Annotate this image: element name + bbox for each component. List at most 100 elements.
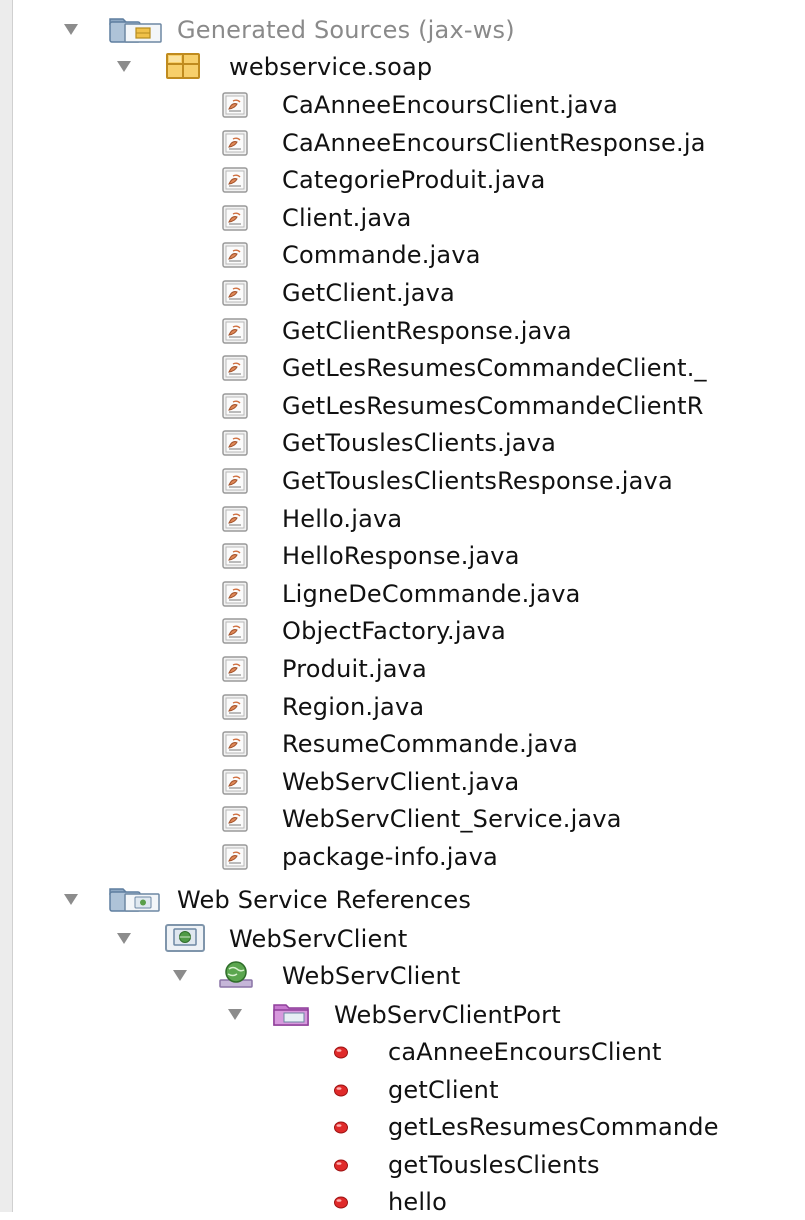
tree-node-label: Web Service References bbox=[177, 886, 472, 914]
tree-node-java-file[interactable]: Hello.java bbox=[0, 501, 805, 537]
tree-node-label: webservice.soap bbox=[229, 53, 433, 81]
tree-node-java-file[interactable]: GetTouslesClients.java bbox=[0, 425, 805, 461]
web-service-icon bbox=[165, 924, 205, 952]
tree-node-label: WebServClient bbox=[282, 962, 461, 990]
tree-node-operation[interactable]: getTouslesClients bbox=[0, 1147, 805, 1183]
operation-dot-icon bbox=[334, 1121, 348, 1134]
tree-node-label: WebServClient_Service.java bbox=[282, 805, 622, 833]
tree-node-label: Produit.java bbox=[282, 655, 427, 683]
tree-node-label: GetClientResponse.java bbox=[282, 317, 572, 345]
tree-node-java-file[interactable]: WebServClient.java bbox=[0, 764, 805, 800]
tree-node-java-file[interactable]: Client.java bbox=[0, 200, 805, 236]
tree-node-java-file[interactable]: GetClient.java bbox=[0, 275, 805, 311]
expand-arrow-icon[interactable] bbox=[64, 894, 78, 905]
tree-node-java-file[interactable]: ResumeCommande.java bbox=[0, 726, 805, 762]
java-file-icon bbox=[222, 581, 248, 607]
operation-dot-icon bbox=[334, 1159, 348, 1172]
tree-node-operation[interactable]: hello bbox=[0, 1184, 805, 1220]
tree-node-label: GetTouslesClientsResponse.java bbox=[282, 467, 673, 495]
tree-node-java-file[interactable]: GetTouslesClientsResponse.java bbox=[0, 463, 805, 499]
tree-node-label: Commande.java bbox=[282, 241, 481, 269]
tree-node-generated-sources[interactable]: Generated Sources (jax-ws) bbox=[0, 12, 805, 48]
expand-arrow-icon[interactable] bbox=[117, 61, 131, 72]
tree-node-label: Hello.java bbox=[282, 505, 403, 533]
tree-node-label: CaAnneeEncoursClientResponse.ja bbox=[282, 129, 706, 157]
tree-node-java-file[interactable]: GetLesResumesCommandeClientR bbox=[0, 388, 805, 424]
java-file-icon bbox=[222, 506, 248, 532]
tree-node-label: ObjectFactory.java bbox=[282, 617, 506, 645]
tree-node-label: HelloResponse.java bbox=[282, 542, 520, 570]
tree-node-operation[interactable]: getLesResumesCommande bbox=[0, 1109, 805, 1145]
tree-node-java-file[interactable]: Commande.java bbox=[0, 237, 805, 273]
package-icon bbox=[166, 53, 200, 79]
java-file-icon bbox=[222, 430, 248, 456]
java-file-icon bbox=[222, 280, 248, 306]
tree-node-service[interactable]: WebServClient bbox=[0, 958, 805, 994]
expand-arrow-icon[interactable] bbox=[64, 24, 78, 35]
tree-node-label: getClient bbox=[388, 1076, 499, 1104]
java-file-icon bbox=[222, 656, 248, 682]
web-service-folder-icon bbox=[109, 888, 160, 912]
java-file-icon bbox=[222, 318, 248, 344]
operation-dot-icon bbox=[334, 1084, 348, 1097]
tree-node-operation[interactable]: getClient bbox=[0, 1072, 805, 1108]
java-file-icon bbox=[222, 355, 248, 381]
tree-node-java-file[interactable]: CaAnneeEncoursClient.java bbox=[0, 87, 805, 123]
expand-arrow-icon[interactable] bbox=[228, 1009, 242, 1020]
tree-node-label: ResumeCommande.java bbox=[282, 730, 579, 758]
java-file-icon bbox=[222, 393, 248, 419]
expand-arrow-icon[interactable] bbox=[117, 933, 131, 944]
java-file-icon bbox=[222, 92, 248, 118]
java-file-icon bbox=[222, 694, 248, 720]
folder-icon bbox=[109, 18, 162, 43]
java-file-icon bbox=[222, 242, 248, 268]
tree-node-label: LigneDeCommande.java bbox=[282, 580, 581, 608]
tree-node-package[interactable]: webservice.soap bbox=[0, 49, 805, 85]
port-icon bbox=[273, 1004, 309, 1026]
tree-node-java-file[interactable]: WebServClient_Service.java bbox=[0, 801, 805, 837]
tree-node-web-service-references[interactable]: Web Service References bbox=[0, 882, 805, 918]
tree-node-label: WebServClient.java bbox=[282, 768, 520, 796]
tree-node-label: Client.java bbox=[282, 204, 412, 232]
globe-service-icon bbox=[219, 961, 253, 988]
tree-node-java-file[interactable]: GetClientResponse.java bbox=[0, 313, 805, 349]
expand-arrow-icon[interactable] bbox=[173, 970, 187, 981]
tree-node-label: WebServClient bbox=[229, 925, 408, 953]
tree-node-label: getTouslesClients bbox=[388, 1151, 600, 1179]
java-file-icon bbox=[222, 769, 248, 795]
tree-node-label: package-info.java bbox=[282, 843, 498, 871]
java-file-icon bbox=[222, 844, 248, 870]
tree-node-label: CategorieProduit.java bbox=[282, 166, 546, 194]
tree-node-java-file[interactable]: Region.java bbox=[0, 689, 805, 725]
tree-node-java-file[interactable]: CategorieProduit.java bbox=[0, 162, 805, 198]
operation-dot-icon bbox=[334, 1046, 348, 1059]
tree-node-java-file[interactable]: CaAnneeEncoursClientResponse.ja bbox=[0, 125, 805, 161]
java-file-icon bbox=[222, 618, 248, 644]
java-file-icon bbox=[222, 130, 248, 156]
tree-node-web-service[interactable]: WebServClient bbox=[0, 921, 805, 957]
tree-node-label: GetTouslesClients.java bbox=[282, 429, 556, 457]
tree-node-label: GetLesResumesCommandeClient._ bbox=[282, 354, 707, 382]
tree-node-label: WebServClientPort bbox=[334, 1001, 561, 1029]
tree-node-java-file[interactable]: GetLesResumesCommandeClient._ bbox=[0, 350, 805, 386]
java-file-icon bbox=[222, 731, 248, 757]
tree-node-operation[interactable]: caAnneeEncoursClient bbox=[0, 1034, 805, 1070]
tree-node-java-file[interactable]: HelloResponse.java bbox=[0, 538, 805, 574]
tree-node-label: GetClient.java bbox=[282, 279, 455, 307]
tree-node-port[interactable]: WebServClientPort bbox=[0, 997, 805, 1033]
project-tree: Generated Sources (jax-ws) webservice.so… bbox=[0, 0, 805, 1216]
tree-node-java-file[interactable]: ObjectFactory.java bbox=[0, 613, 805, 649]
tree-node-java-file[interactable]: LigneDeCommande.java bbox=[0, 576, 805, 612]
tree-node-java-file[interactable]: Produit.java bbox=[0, 651, 805, 687]
tree-node-label: GetLesResumesCommandeClientR bbox=[282, 392, 704, 420]
java-file-icon bbox=[222, 806, 248, 832]
java-file-icon bbox=[222, 205, 248, 231]
java-file-icon bbox=[222, 543, 248, 569]
tree-node-java-file[interactable]: package-info.java bbox=[0, 839, 805, 875]
java-file-icon bbox=[222, 468, 248, 494]
tree-node-label: hello bbox=[388, 1188, 447, 1216]
tree-node-label: Region.java bbox=[282, 693, 425, 721]
java-file-icon bbox=[222, 167, 248, 193]
tree-node-label: Generated Sources (jax-ws) bbox=[177, 16, 515, 44]
tree-node-label: getLesResumesCommande bbox=[388, 1113, 719, 1141]
